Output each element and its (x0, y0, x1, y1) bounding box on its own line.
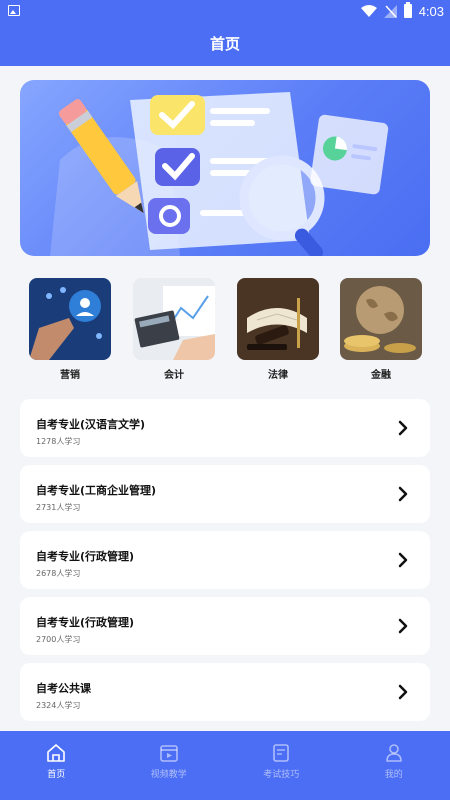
status-bar: 4:03 (0, 0, 450, 22)
hero-banner[interactable] (20, 80, 430, 256)
finance-image (340, 278, 422, 360)
course-item[interactable]: 自考专业(行政管理) 2678人学习 (20, 531, 430, 589)
course-item[interactable]: 自考专业(行政管理) 2700人学习 (20, 597, 430, 655)
category-law[interactable]: 法律 (237, 278, 319, 381)
course-title: 自考专业(汉语言文学) (36, 418, 146, 431)
chevron-right-icon (398, 618, 408, 634)
course-item[interactable]: 自考公共课 2324人学习 (20, 663, 430, 721)
status-time: 4:03 (418, 3, 444, 19)
category-accounting[interactable]: 会计 (133, 278, 215, 381)
tab-profile[interactable]: 我的 (338, 731, 450, 800)
learner-count: 2324人学习 (36, 701, 81, 710)
home-icon (47, 744, 66, 762)
exam-icon (273, 744, 290, 762)
category-marketing[interactable]: 营销 (29, 278, 111, 381)
course-title: 自考专业(行政管理) (36, 550, 135, 563)
marketing-image (29, 278, 111, 360)
no-signal-icon (383, 4, 397, 18)
category-label: 营销 (60, 370, 80, 381)
profile-icon (385, 744, 402, 762)
banner-illustration (50, 92, 389, 256)
course-item[interactable]: 自考专业(汉语言文学) 1278人学习 (20, 399, 430, 457)
tab-exam-tips[interactable]: 考试技巧 (225, 731, 338, 800)
image-notification-icon (8, 5, 20, 16)
learner-count: 2678人学习 (36, 569, 81, 578)
category-label: 金融 (371, 370, 391, 381)
course-title: 自考专业(工商企业管理) (36, 484, 157, 497)
tab-home[interactable]: 首页 (0, 731, 113, 800)
tab-label: 我的 (384, 770, 403, 780)
learner-count: 1278人学习 (36, 437, 81, 446)
course-title: 自考公共课 (36, 682, 91, 695)
tab-label: 考试技巧 (263, 770, 300, 780)
category-label: 会计 (164, 370, 184, 381)
law-image (237, 278, 319, 360)
category-grid: 营销 会计 法律 金融 (20, 278, 430, 382)
category-finance[interactable]: 金融 (340, 278, 422, 381)
chevron-right-icon (398, 552, 408, 568)
video-icon (159, 745, 178, 762)
course-title: 自考专业(行政管理) (36, 616, 135, 629)
wifi-icon (360, 5, 377, 17)
chevron-right-icon (398, 420, 408, 436)
chevron-right-icon (398, 684, 408, 700)
learner-count: 2700人学习 (36, 635, 81, 644)
course-list: 自考专业(汉语言文学) 1278人学习 自考专业(工商企业管理) 2731人学习… (20, 399, 430, 729)
battery-icon (403, 2, 412, 18)
course-item[interactable]: 自考专业(工商企业管理) 2731人学习 (20, 465, 430, 523)
page-title: 首页 (0, 22, 450, 66)
bottom-tab-bar: 首页 视频教学 考试技巧 我的 (0, 731, 450, 800)
tab-label: 视频教学 (150, 770, 187, 780)
category-label: 法律 (268, 370, 288, 381)
tab-video-teaching[interactable]: 视频教学 (113, 731, 226, 800)
accounting-image (133, 278, 215, 360)
learner-count: 2731人学习 (36, 503, 81, 512)
chevron-right-icon (398, 486, 408, 502)
tab-label: 首页 (47, 770, 66, 780)
